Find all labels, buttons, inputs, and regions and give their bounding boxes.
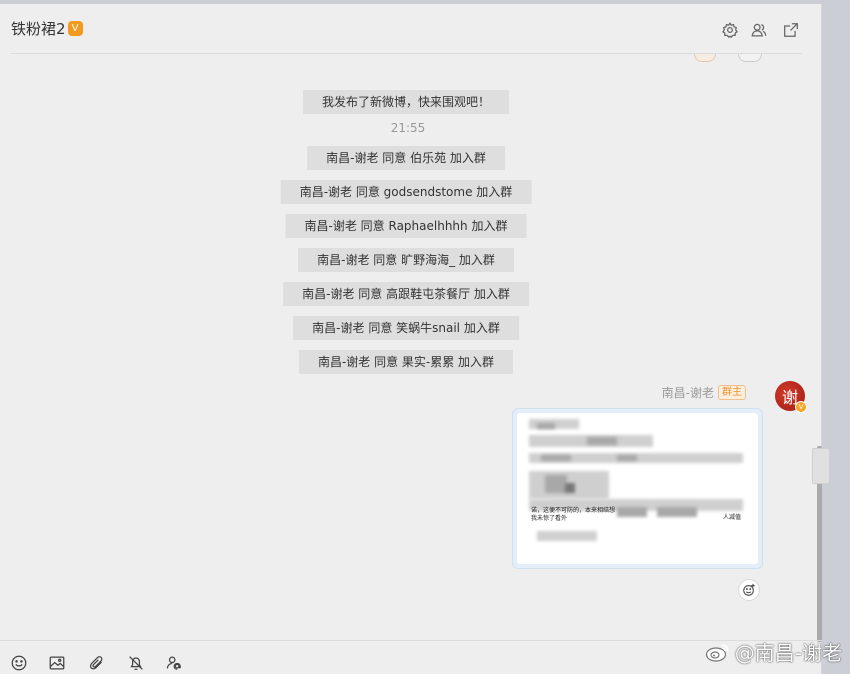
weibo-watermark: @南昌-谢老 [705, 637, 842, 666]
system-message-post[interactable]: 我发布了新微博，快来围观吧！ [302, 90, 510, 114]
group-members-icon[interactable] [749, 20, 769, 40]
system-message-join: 南昌-谢老 同意 伯乐苑 加入群 [307, 146, 505, 170]
input-toolbar [0, 640, 822, 674]
system-message-join: 南昌-谢老 同意 高跟鞋屯茶餐厅 加入群 [283, 282, 529, 306]
smile-plus-icon [743, 583, 755, 596]
system-message-join: 南昌-谢老 同意 godsendstome 加入群 [280, 180, 532, 204]
watermark-text: @南昌-谢老 [734, 641, 842, 665]
image-text-fragment: 我未惊了看外 [531, 515, 568, 522]
weibo-logo-icon [705, 642, 731, 662]
partial-badge [694, 54, 716, 62]
emoji-icon[interactable] [9, 653, 29, 673]
sender-name: 南昌-谢老 [661, 386, 714, 400]
system-message-join: 南昌-谢老 同意 果实-累累 加入群 [298, 350, 514, 374]
verified-v-icon: V [795, 401, 807, 413]
attachment-icon[interactable] [87, 653, 107, 673]
blurred-screenshot-image: 诺，这便不可防的，本来相结想 我未惊了看外 人减值 [517, 413, 758, 564]
chat-header: 铁粉裙2 V [0, 4, 822, 54]
message-time: 21:55 [390, 121, 426, 135]
system-message-join: 南昌-谢老 同意 笑蜗牛snail 加入群 [293, 316, 519, 340]
popout-icon[interactable] [781, 20, 801, 40]
sender-info: 南昌-谢老 群主 [662, 384, 746, 401]
group-owner-badge: 群主 [718, 385, 746, 400]
vip-badge-icon: V [67, 21, 83, 36]
chat-window: 铁粉裙2 V 我发布了新微博，快来围观吧！ 21:55 南昌-谢老 同意 伯乐苑… [0, 4, 830, 674]
group-title: 铁粉裙2 V [11, 18, 83, 39]
partial-react-button[interactable] [738, 54, 762, 62]
message-list[interactable]: 我发布了新微博，快来围观吧！ 21:55 南昌-谢老 同意 伯乐苑 加入群 南昌… [0, 54, 812, 640]
mute-notification-icon[interactable] [126, 653, 146, 673]
settings-icon[interactable] [720, 20, 740, 40]
scrollbar-handle[interactable] [812, 448, 830, 484]
sender-avatar[interactable]: 谢 V [775, 381, 807, 413]
add-reaction-button[interactable] [738, 579, 760, 601]
image-icon[interactable] [47, 653, 67, 673]
image-text-fragment: 人减值 [723, 514, 742, 521]
image-message[interactable]: 诺，这便不可防的，本来相结想 我未惊了看外 人减值 [512, 408, 763, 569]
system-message-join: 南昌-谢老 同意 旷野海海_ 加入群 [298, 248, 514, 272]
mention-icon[interactable] [164, 653, 184, 673]
group-name: 铁粉裙2 [11, 20, 66, 38]
system-message-join: 南昌-谢老 同意 Raphaelhhhh 加入群 [285, 214, 527, 238]
